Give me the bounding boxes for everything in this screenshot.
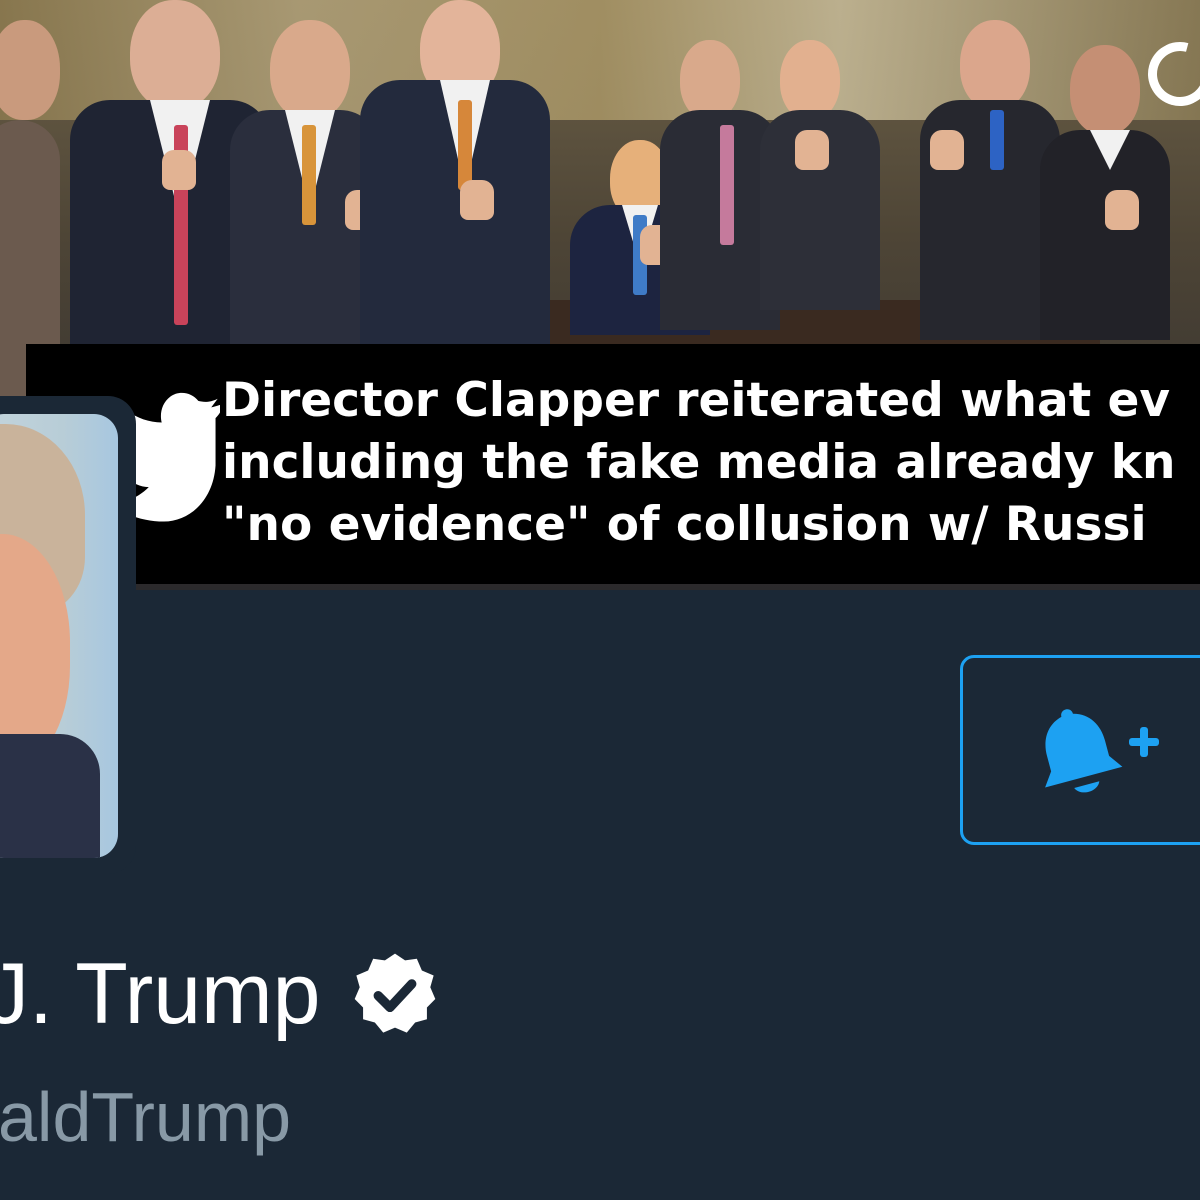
profile-handle: aldTrump [0, 1078, 292, 1156]
bell-plus-icon [1045, 709, 1159, 793]
verified-badge-icon [354, 953, 435, 1033]
notifications-button[interactable] [960, 655, 1200, 845]
caption-line: Director Clapper reiterated what ev [222, 373, 1171, 428]
caption-line: including the fake media already kn [222, 435, 1176, 490]
avatar-suit [0, 734, 100, 858]
profile-name-row: J. Trump [0, 944, 437, 1044]
display-name: J. Trump [0, 946, 321, 1042]
avatar[interactable] [0, 414, 118, 858]
caption-text: Director Clapper reiterated what ev incl… [222, 370, 1200, 560]
caption-line: "no evidence" of collusion w/ Russi [222, 497, 1147, 552]
